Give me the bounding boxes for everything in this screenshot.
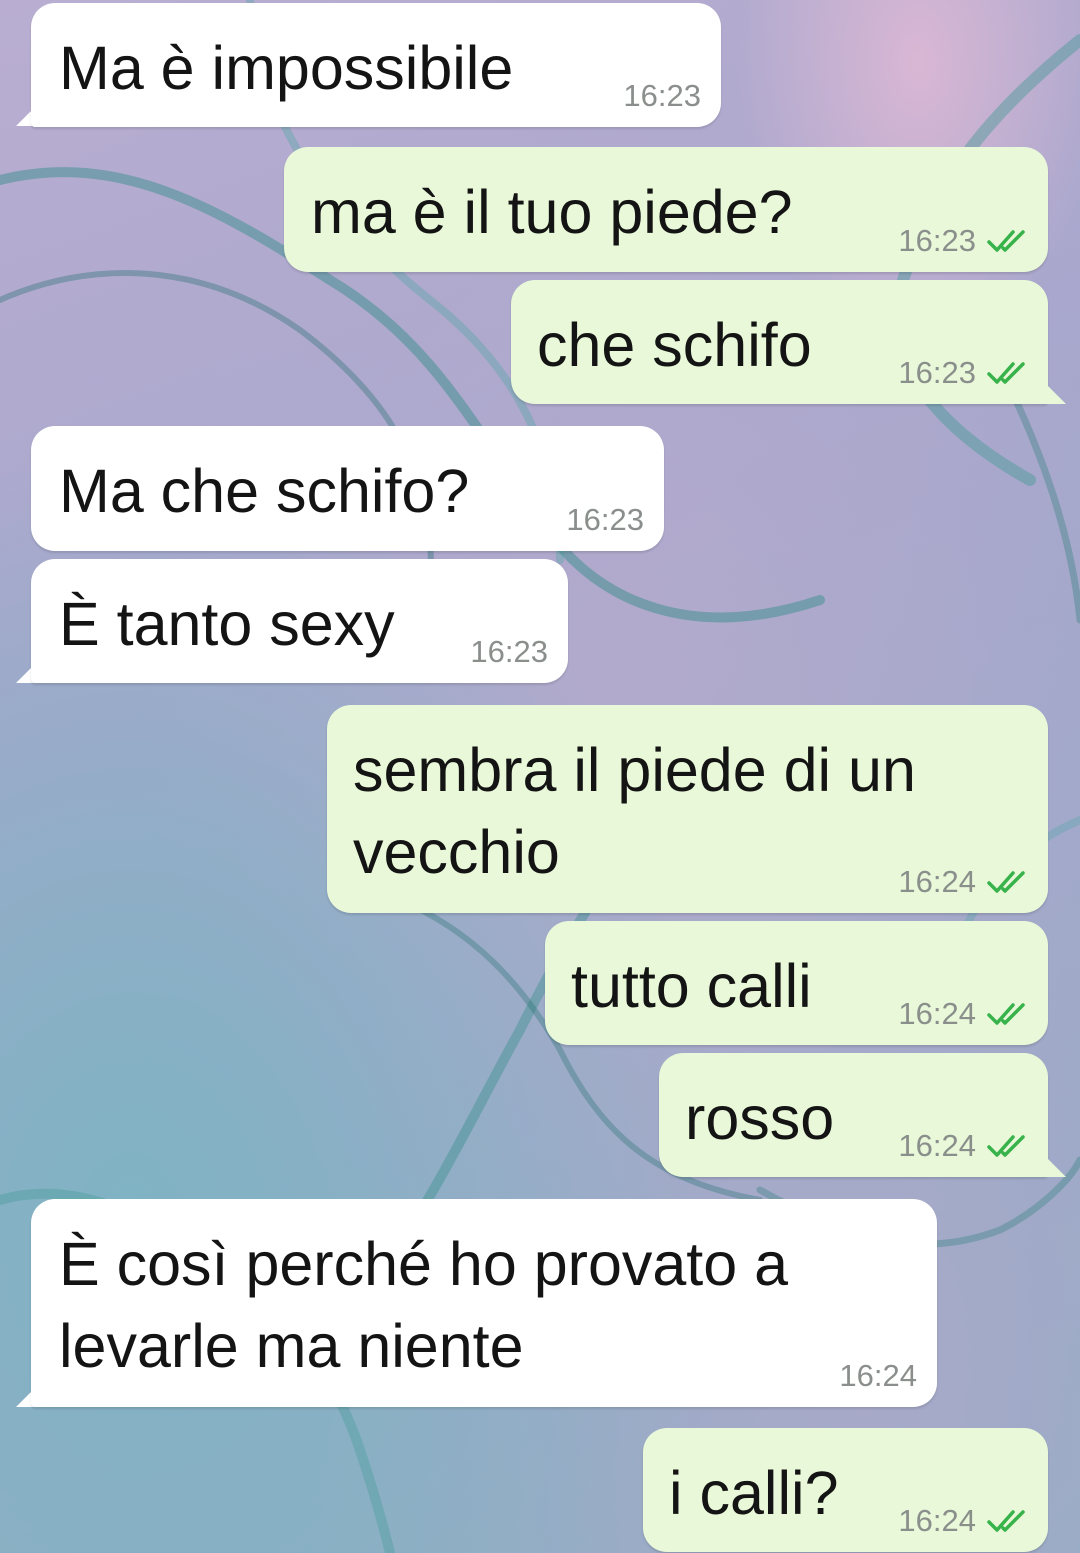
double-check-read-icon bbox=[987, 1003, 1025, 1025]
outgoing-message-bubble[interactable]: i calli? 16:24 bbox=[643, 1428, 1048, 1552]
message-time: 16:23 bbox=[566, 502, 644, 537]
message-meta: 16:23 bbox=[470, 635, 548, 669]
message-time: 16:23 bbox=[898, 223, 976, 258]
double-check-read-icon bbox=[987, 1135, 1025, 1157]
message-text: tutto calli bbox=[571, 952, 812, 1020]
message-text: che schifo bbox=[537, 311, 812, 379]
outgoing-message-bubble[interactable]: che schifo 16:23 bbox=[511, 280, 1048, 404]
message-meta: 16:24 bbox=[839, 1359, 917, 1393]
message-time: 16:23 bbox=[623, 78, 701, 113]
message-meta: 16:24 bbox=[898, 1504, 1028, 1538]
outgoing-message-bubble[interactable]: rosso 16:24 bbox=[659, 1053, 1048, 1177]
message-meta: 16:23 bbox=[623, 79, 701, 113]
message-time: 16:23 bbox=[898, 355, 976, 390]
message-text: È così perché ho provato a levarle ma ni… bbox=[59, 1230, 789, 1380]
message-meta: 16:24 bbox=[898, 865, 1028, 899]
outgoing-message-bubble[interactable]: tutto calli 16:24 bbox=[545, 921, 1048, 1045]
incoming-message-bubble[interactable]: Ma è impossibile 16:23 bbox=[31, 3, 721, 127]
incoming-message-bubble[interactable]: È così perché ho provato a levarle ma ni… bbox=[31, 1199, 937, 1407]
message-time: 16:24 bbox=[898, 1503, 976, 1538]
message-meta: 16:23 bbox=[898, 356, 1028, 390]
double-check-read-icon bbox=[987, 1510, 1025, 1532]
double-check-read-icon bbox=[987, 230, 1025, 252]
message-text: Ma è impossibile bbox=[59, 34, 514, 102]
message-text: È tanto sexy bbox=[59, 590, 395, 658]
double-check-read-icon bbox=[987, 362, 1025, 384]
outgoing-bubble-tail bbox=[1044, 1155, 1066, 1177]
message-text: ma è il tuo piede? bbox=[311, 178, 793, 246]
message-meta: 16:23 bbox=[898, 224, 1028, 258]
outgoing-message-bubble[interactable]: sembra il piede di un vecchio 16:24 bbox=[327, 705, 1048, 913]
message-meta: 16:24 bbox=[898, 997, 1028, 1031]
outgoing-message-bubble[interactable]: ma è il tuo piede? 16:23 bbox=[284, 147, 1048, 272]
message-meta: 16:23 bbox=[566, 503, 644, 537]
incoming-message-bubble[interactable]: È tanto sexy 16:23 bbox=[31, 559, 568, 683]
message-time: 16:24 bbox=[898, 996, 976, 1031]
message-text: sembra il piede di un vecchio bbox=[353, 736, 916, 886]
message-text: rosso bbox=[685, 1084, 835, 1152]
message-time: 16:23 bbox=[470, 634, 548, 669]
message-text: i calli? bbox=[669, 1459, 839, 1527]
double-check-read-icon bbox=[987, 871, 1025, 893]
message-time: 16:24 bbox=[898, 1128, 976, 1163]
message-time: 16:24 bbox=[898, 864, 976, 899]
outgoing-bubble-tail bbox=[1044, 382, 1066, 404]
message-meta: 16:24 bbox=[898, 1129, 1028, 1163]
incoming-message-bubble[interactable]: Ma che schifo? 16:23 bbox=[31, 426, 664, 551]
message-text: Ma che schifo? bbox=[59, 457, 470, 525]
message-time: 16:24 bbox=[839, 1358, 917, 1393]
